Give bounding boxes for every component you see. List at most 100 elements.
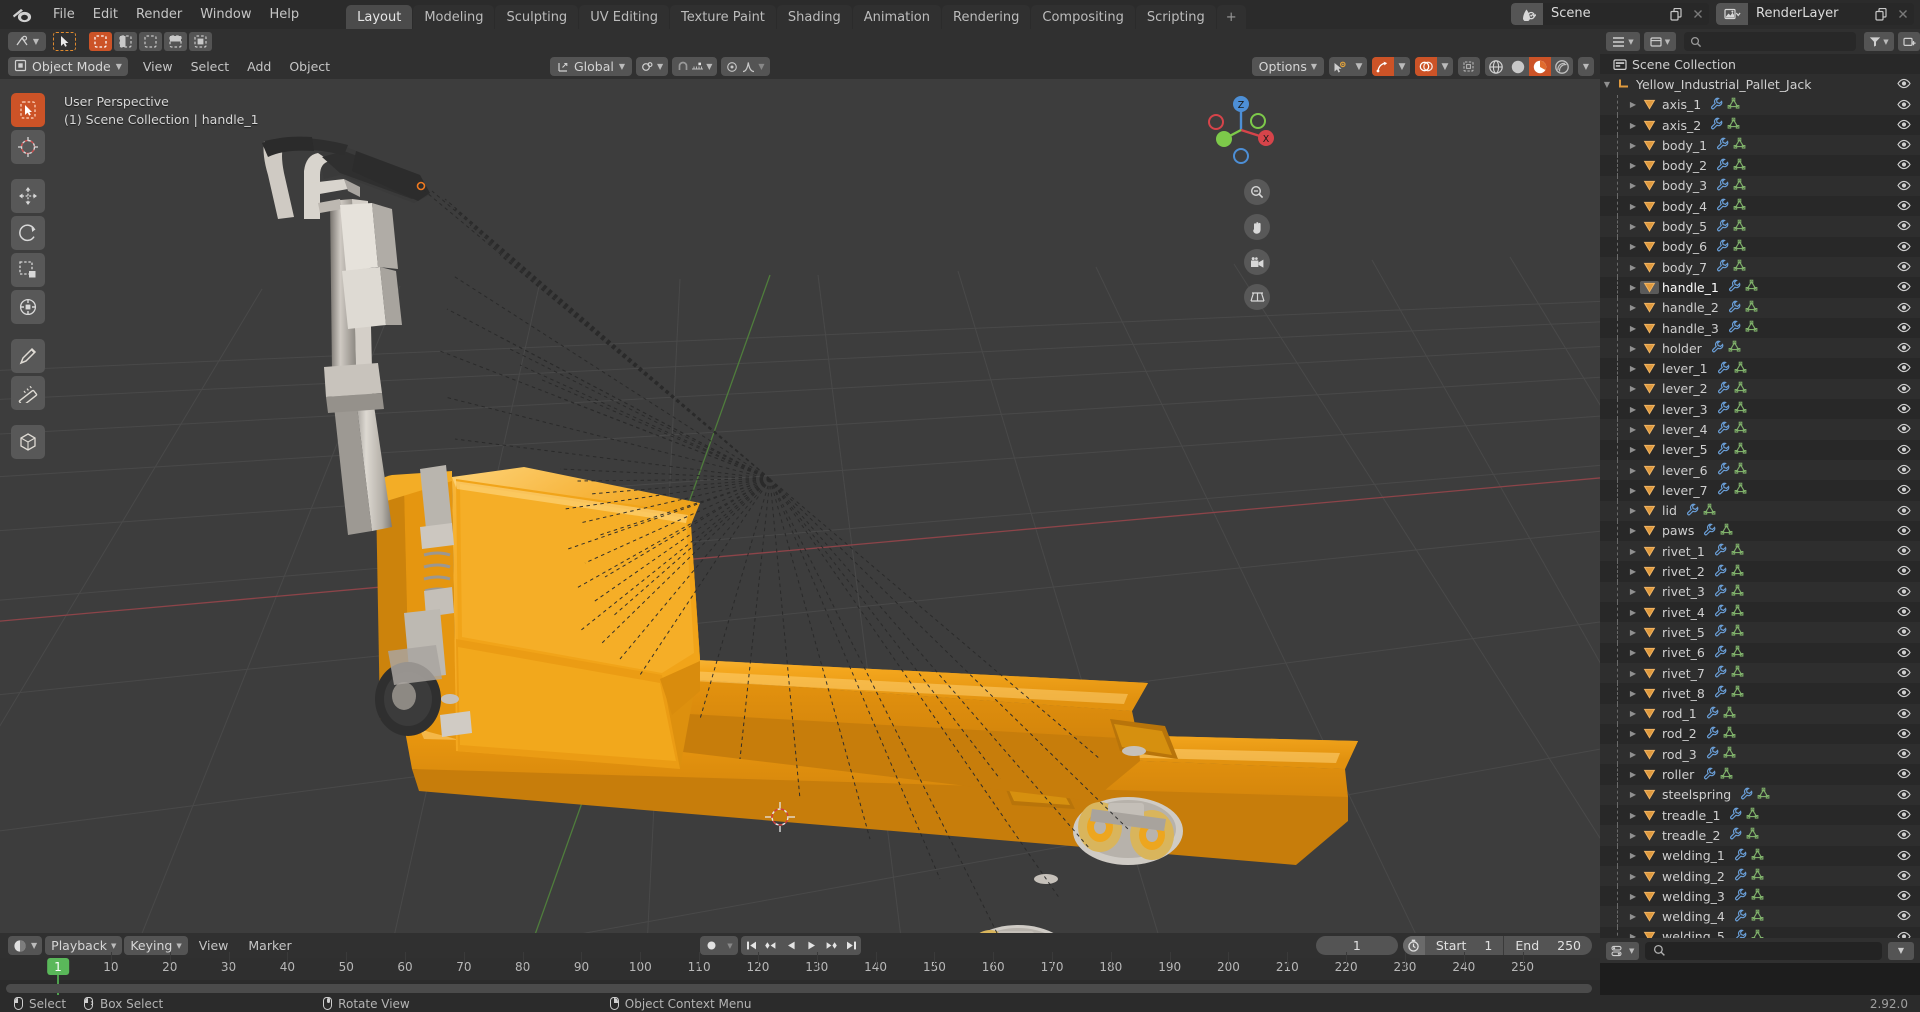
timeline-menu-view[interactable]: View (190, 936, 238, 955)
viewport-menu-add[interactable]: Add (238, 57, 280, 76)
timeline-menu-marker[interactable]: Marker (239, 936, 300, 955)
outliner-row-object[interactable]: ▶ rod_1 (1600, 703, 1920, 724)
outliner-row-object[interactable]: ▶ rod_3 (1600, 744, 1920, 765)
outliner-row-root-object[interactable]: ▼ Yellow_Industrial_Pallet_Jack (1600, 74, 1920, 95)
outliner-row-object[interactable]: ▶ treadle_1 (1600, 804, 1920, 826)
outliner-editor-icon[interactable]: ▼ (1606, 32, 1640, 51)
outliner-object-label[interactable]: welding_5 (1662, 929, 1725, 938)
mesh-object-icon[interactable] (1640, 626, 1659, 639)
cursor-tool[interactable] (11, 130, 45, 164)
new-scene-button[interactable] (1665, 3, 1687, 25)
hand-pan-icon[interactable] (1244, 214, 1270, 240)
workspace-tab-texture-paint[interactable]: Texture Paint (670, 5, 776, 29)
outliner-row-object[interactable]: ▶ lever_4 (1600, 419, 1920, 440)
outliner-row-object[interactable]: ▶ body_4 (1600, 196, 1920, 217)
wrench-modifier-icon[interactable] (1734, 848, 1747, 864)
mesh-data-icon[interactable] (1751, 909, 1764, 925)
wrench-modifier-icon[interactable] (1714, 604, 1727, 620)
wrench-modifier-icon[interactable] (1734, 868, 1747, 884)
mesh-data-icon[interactable] (1734, 442, 1747, 458)
expand-arrow-icon[interactable]: ▶ (1626, 770, 1640, 779)
wrench-modifier-icon[interactable] (1717, 442, 1730, 458)
viewport-menu-object[interactable]: Object (280, 57, 339, 76)
eye-icon[interactable] (1897, 361, 1911, 376)
wrench-modifier-icon[interactable] (1714, 543, 1727, 559)
eye-icon[interactable] (1897, 909, 1911, 924)
eye-icon[interactable] (1897, 747, 1911, 762)
eye-icon[interactable] (1897, 240, 1911, 255)
mesh-data-icon[interactable] (1757, 787, 1770, 803)
overlays-toggle[interactable]: ▼ (1415, 57, 1453, 76)
viewlayer-selector[interactable]: RenderLayer (1716, 3, 1914, 25)
outliner-object-label[interactable]: rivet_3 (1662, 584, 1705, 599)
eye-icon[interactable] (1897, 564, 1911, 579)
shading-dropdown[interactable]: ▼ (1578, 57, 1594, 76)
expand-arrow-icon[interactable]: ▶ (1626, 324, 1640, 333)
eye-icon[interactable] (1897, 98, 1911, 113)
eye-icon[interactable] (1897, 301, 1911, 316)
outliner-row-object[interactable]: ▶ body_1 (1600, 135, 1920, 156)
wrench-modifier-icon[interactable] (1728, 279, 1741, 295)
outliner-object-label[interactable]: rivet_7 (1662, 666, 1705, 681)
eye-icon[interactable] (1897, 930, 1911, 938)
outliner-object-label[interactable]: lever_7 (1662, 483, 1708, 498)
outliner-object-label[interactable]: steelspring (1662, 787, 1731, 802)
expand-arrow-icon[interactable]: ▶ (1626, 669, 1640, 678)
mesh-object-icon[interactable] (1640, 667, 1659, 680)
outliner-search-input[interactable] (1645, 941, 1882, 960)
subtract-select-mode-icon[interactable] (139, 32, 162, 51)
mesh-object-icon[interactable] (1640, 179, 1659, 192)
material-preview-shading-icon[interactable] (1529, 57, 1551, 76)
outliner-row-object[interactable]: ▶ handle_2 (1600, 297, 1920, 318)
topbar-menu-render[interactable]: Render (127, 4, 191, 25)
wrench-modifier-icon[interactable] (1717, 462, 1730, 478)
mesh-object-icon[interactable] (1640, 322, 1659, 335)
eye-icon[interactable] (1897, 483, 1911, 498)
blender-logo-icon[interactable] (10, 5, 36, 25)
mesh-data-icon[interactable] (1746, 827, 1759, 843)
expand-arrow-icon[interactable]: ▶ (1626, 811, 1640, 820)
outliner-object-label[interactable]: lever_4 (1662, 422, 1708, 437)
renderlayer-icon[interactable] (1716, 3, 1748, 25)
outliner-object-label[interactable]: lever_2 (1662, 381, 1708, 396)
wrench-modifier-icon[interactable] (1714, 624, 1727, 640)
eye-icon[interactable] (1897, 524, 1911, 539)
wrench-modifier-icon[interactable] (1716, 198, 1729, 214)
eye-icon[interactable] (1897, 869, 1911, 884)
workspace-tab-compositing[interactable]: Compositing (1031, 5, 1135, 29)
expand-arrow-icon[interactable]: ▶ (1626, 892, 1640, 901)
workspace-tab-scripting[interactable]: Scripting (1135, 5, 1216, 29)
mesh-data-icon[interactable] (1751, 929, 1764, 938)
mesh-data-icon[interactable] (1723, 746, 1736, 762)
eye-icon[interactable] (1897, 321, 1911, 336)
expand-arrow-icon[interactable]: ▶ (1626, 608, 1640, 617)
eye-icon[interactable] (1897, 544, 1911, 559)
navigation-gizmo[interactable]: Z X (1200, 89, 1282, 171)
new-collection-icon[interactable] (1898, 32, 1920, 51)
mesh-data-icon[interactable] (1733, 219, 1746, 235)
gizmo-icon[interactable] (1372, 57, 1394, 76)
topbar-menu-help[interactable]: Help (261, 4, 309, 25)
mesh-object-icon[interactable] (1640, 200, 1659, 213)
xray-toggle[interactable] (1458, 57, 1480, 76)
mesh-data-icon[interactable] (1733, 198, 1746, 214)
mesh-data-icon[interactable] (1723, 726, 1736, 742)
wrench-modifier-icon[interactable] (1703, 767, 1716, 783)
mesh-data-icon[interactable] (1751, 848, 1764, 864)
outliner-row-object[interactable]: ▶ steelspring (1600, 784, 1920, 805)
mesh-object-icon[interactable] (1640, 646, 1659, 659)
expand-arrow-icon[interactable]: ▶ (1626, 425, 1640, 434)
mesh-object-icon[interactable] (1640, 342, 1659, 355)
outliner-row-object[interactable]: ▶ body_6 (1600, 236, 1920, 257)
mesh-data-icon[interactable] (1703, 503, 1716, 519)
mesh-data-icon[interactable] (1733, 178, 1746, 194)
mesh-object-icon[interactable] (1640, 910, 1659, 923)
wrench-modifier-icon[interactable] (1710, 117, 1723, 133)
rotate-tool[interactable] (11, 216, 45, 250)
outliner-object-label[interactable]: body_1 (1662, 138, 1707, 153)
wrench-modifier-icon[interactable] (1716, 259, 1729, 275)
wrench-modifier-icon[interactable] (1729, 807, 1742, 823)
wrench-modifier-icon[interactable] (1717, 381, 1730, 397)
outliner-object-label[interactable]: handle_1 (1662, 280, 1719, 295)
outliner-object-label[interactable]: lever_3 (1662, 402, 1708, 417)
